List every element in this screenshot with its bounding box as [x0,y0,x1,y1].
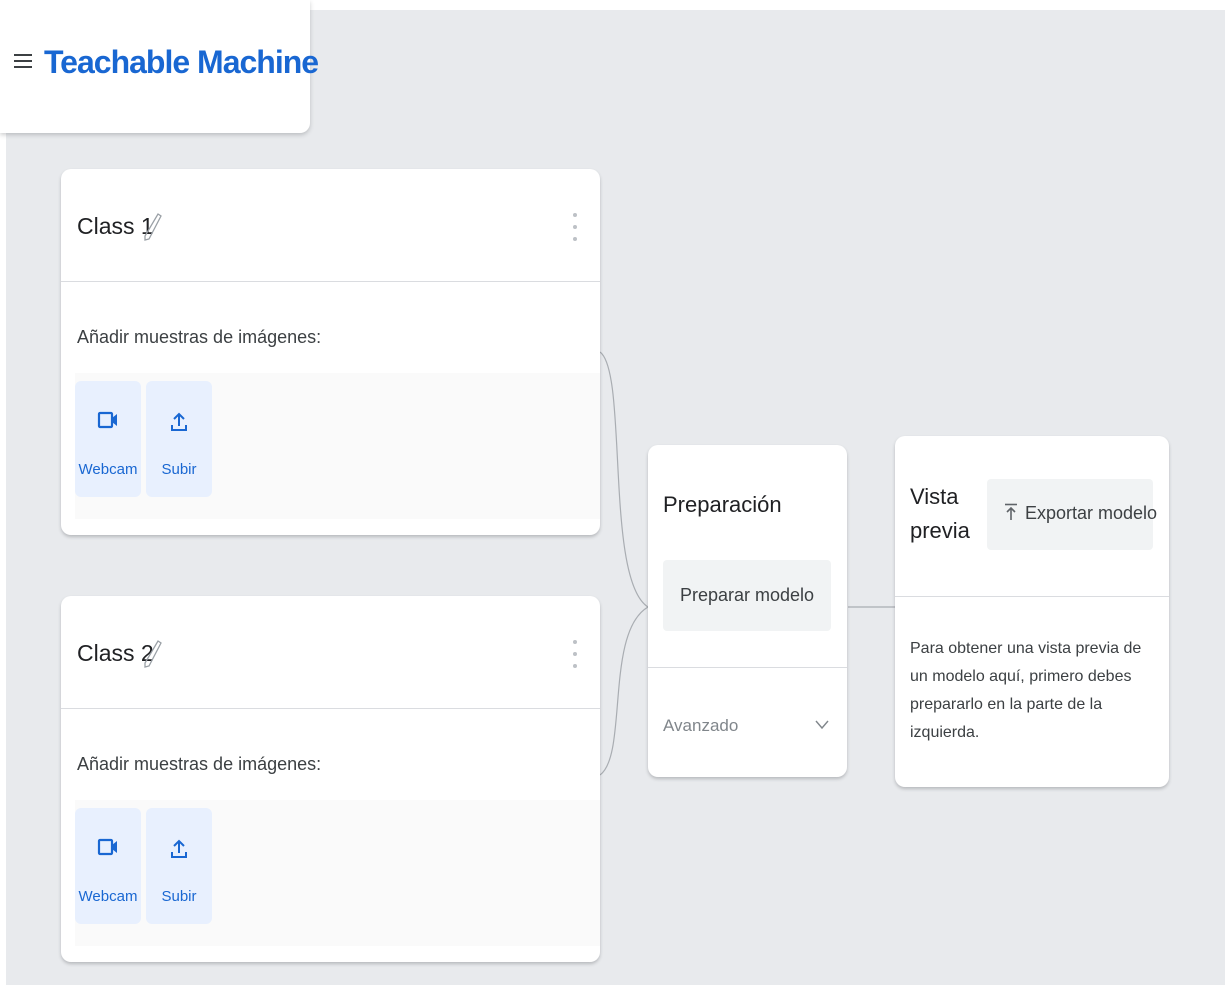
app-header: Teachable Machine [0,0,319,133]
advanced-label: Avanzado [663,716,739,735]
class-card-header: Class 2 [61,596,600,709]
upload-button[interactable]: Subir [146,808,212,924]
class-card-2: Class 2 Añadir muestras de imágenes: Web… [61,596,600,962]
webcam-label: Webcam [78,888,138,905]
upload-icon [171,839,187,858]
export-model-button[interactable]: Exportar modelo [987,479,1157,550]
samples-label: Añadir muestras de imágenes: [77,327,322,347]
hamburger-menu-icon[interactable] [14,54,32,68]
samples-area: Webcam Subir [75,800,600,946]
webcam-label: Webcam [78,461,138,478]
pencil-icon[interactable] [143,212,163,242]
training-title: Preparación [663,492,782,517]
class-card-1: Class 1 Añadir muestras de imágenes: Web… [61,169,600,535]
preview-title: Vista previa [910,480,970,548]
train-model-button[interactable]: Preparar modelo [663,560,831,631]
export-label: Exportar modelo [1025,503,1158,523]
videocam-icon [97,838,117,856]
advanced-toggle[interactable]: Avanzado [648,668,847,777]
upload-label: Subir [161,461,197,478]
export-icon [1005,503,1017,520]
class-card-header: Class 1 [61,169,600,282]
upload-button[interactable]: Subir [146,381,212,497]
samples-label: Añadir muestras de imágenes: [77,754,322,774]
more-vert-icon[interactable] [572,640,578,674]
app-brand[interactable]: Teachable Machine [44,44,319,81]
preview-message: Para obtener una vista previa de un mode… [910,640,1142,741]
training-card: Preparación Preparar modelo Avanzado [648,445,847,777]
preview-card: Vista previa Exportar modelo Para obtene… [895,436,1169,787]
samples-area: Webcam Subir [75,373,600,519]
chevron-down-icon [815,720,829,730]
upload-label: Subir [161,888,197,905]
videocam-icon [97,411,117,429]
connector-class1 [599,351,649,608]
preview-title-line1: Vista [910,484,959,509]
preview-title-line2: previa [910,518,970,543]
more-vert-icon[interactable] [572,213,578,247]
divider [895,596,1169,597]
upload-icon [171,412,187,431]
pencil-icon[interactable] [143,639,163,669]
webcam-button[interactable]: Webcam [75,381,141,497]
connector-class2 [599,606,649,776]
webcam-button[interactable]: Webcam [75,808,141,924]
